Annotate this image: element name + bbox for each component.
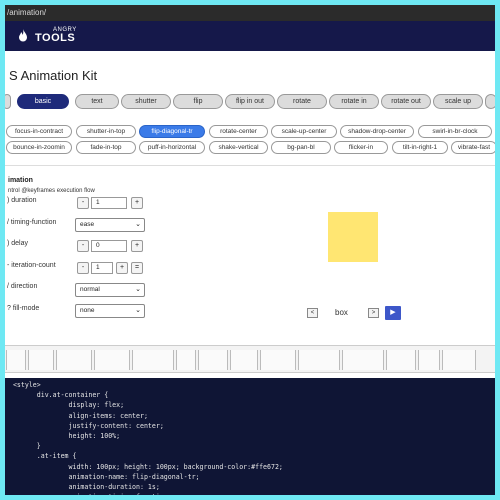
timing-function-select[interactable]: ease ⌄ (75, 218, 145, 232)
code-block: <style> div.at-container { display: flex… (5, 378, 495, 495)
flame-icon (19, 29, 27, 42)
animation-chip[interactable]: fade-in-top (76, 141, 136, 154)
code-line: justify-content: center; (5, 421, 164, 430)
preview-label: box (335, 308, 348, 317)
fill-mode-value: none (80, 307, 95, 314)
section-description: ntrol @keyframes execution flow (8, 188, 95, 194)
duration-label: ) duration (7, 197, 37, 204)
category-tab-partial-right[interactable] (485, 94, 495, 109)
code-line: } (5, 442, 41, 451)
code-line: animation-timing-function: ease; (5, 492, 495, 495)
code-line: align-items: center; (5, 411, 148, 420)
chevron-down-icon: ⌄ (135, 221, 141, 228)
keyframe-timeline[interactable] (5, 345, 495, 373)
browser-window: /animation/ ANGRY TOOLS S Animation Kit … (5, 5, 495, 495)
animation-chip[interactable]: shake-vertical (209, 141, 268, 154)
timeline-segment (176, 350, 196, 370)
preview-box (328, 212, 378, 262)
timeline-segment (56, 350, 92, 370)
play-button[interactable]: ▶ (385, 306, 401, 320)
timeline-segment (342, 350, 384, 370)
animation-chip-active[interactable]: flip-diagonal-tr (139, 125, 205, 138)
timing-function-value: ease (80, 221, 95, 228)
duration-increment-button[interactable]: + (131, 197, 143, 209)
iteration-increment-button[interactable]: + (116, 262, 128, 274)
animation-list: focus-in-contract shutter-in-top flip-di… (5, 125, 495, 155)
timeline-segment (6, 350, 26, 370)
iteration-count-label: - iteration-count (7, 262, 56, 269)
timeline-segment (132, 350, 174, 370)
delay-label: ) delay (7, 240, 29, 247)
iteration-infinite-button[interactable]: = (131, 262, 143, 274)
chevron-down-icon: ⌄ (135, 307, 141, 314)
chevron-down-icon: ⌄ (135, 286, 141, 293)
animation-chip[interactable]: rotate-center (209, 125, 268, 138)
timeline-segment (386, 350, 416, 370)
delay-increment-button[interactable]: + (131, 240, 143, 252)
direction-label: / direction (7, 283, 38, 290)
address-bar[interactable]: /animation/ (5, 5, 495, 21)
url-text: /animation/ (7, 8, 47, 17)
code-line: .at-item { (5, 452, 77, 461)
animation-chip[interactable]: swirl-in-br-clock (418, 125, 492, 138)
code-line: height: 100%; (5, 432, 121, 441)
animation-chip[interactable]: bg-pan-bl (271, 141, 331, 154)
prev-button[interactable]: < (307, 308, 318, 318)
fill-mode-select[interactable]: none ⌄ (75, 304, 145, 318)
code-line: animation-name: flip-diagonal-tr; (5, 472, 200, 481)
animation-chip[interactable]: shutter-in-top (76, 125, 136, 138)
page-title: S Animation Kit (9, 68, 98, 83)
brand-logo[interactable]: ANGRY TOOLS (35, 27, 77, 44)
top-navbar: ANGRY TOOLS (5, 21, 495, 51)
category-tab-flip-in-out[interactable]: flip in out (225, 94, 275, 109)
iteration-decrement-button[interactable]: - (77, 262, 89, 274)
direction-select[interactable]: normal ⌄ (75, 283, 145, 297)
animation-chip[interactable]: vibrate-fast (451, 141, 495, 154)
category-tab-scale-up[interactable]: scale up (433, 94, 483, 109)
timeline-segment (198, 350, 228, 370)
animation-chip[interactable]: tilt-in-right-1 (392, 141, 448, 154)
code-line: <style> (5, 381, 41, 389)
duration-decrement-button[interactable]: - (77, 197, 89, 209)
timeline-segment (418, 350, 440, 370)
delay-decrement-button[interactable]: - (77, 240, 89, 252)
next-button[interactable]: > (368, 308, 379, 318)
animation-chip[interactable]: bounce-in-zoomin (6, 141, 72, 154)
animation-chip[interactable]: focus-in-contract (6, 125, 72, 138)
category-tab-flip[interactable]: flip (173, 94, 223, 109)
timeline-segment (442, 350, 476, 370)
brand-big-text: TOOLS (35, 32, 76, 44)
fill-mode-label: ? fill-mode (7, 305, 40, 312)
code-line: animation-duration: 1s; (5, 483, 160, 492)
iteration-input[interactable]: 1 (91, 262, 113, 274)
timeline-segment (94, 350, 130, 370)
animation-chip[interactable]: flicker-in (334, 141, 388, 154)
code-line: width: 100px; height: 100px; background-… (5, 462, 283, 471)
timeline-segment (260, 350, 296, 370)
category-tab-partial[interactable] (5, 94, 11, 109)
duration-input[interactable]: 1 (91, 197, 127, 209)
category-tab-basic[interactable]: basic (17, 94, 69, 109)
delay-input[interactable]: 0 (91, 240, 127, 252)
section-title: imation (8, 177, 33, 184)
timeline-segment (28, 350, 54, 370)
category-tab-rotate-out[interactable]: rotate out (381, 94, 431, 109)
category-tab-rotate-in[interactable]: rotate in (329, 94, 379, 109)
timeline-segment (230, 350, 258, 370)
animation-chip[interactable]: puff-in-horizontal (139, 141, 205, 154)
direction-value: normal (80, 286, 100, 293)
divider (5, 165, 495, 166)
code-line: div.at-container { (5, 391, 109, 400)
category-tab-text[interactable]: text (75, 94, 119, 109)
timing-function-label: / timing-function (7, 219, 57, 226)
animation-chip[interactable]: shadow-drop-center (340, 125, 414, 138)
code-line: display: flex; (5, 401, 125, 410)
category-tab-shutter[interactable]: shutter (121, 94, 171, 109)
animation-chip[interactable]: scale-up-center (271, 125, 337, 138)
category-tab-rotate[interactable]: rotate (277, 94, 327, 109)
timeline-segment (298, 350, 340, 370)
category-tabs: basic text shutter flip flip in out rota… (5, 94, 495, 110)
